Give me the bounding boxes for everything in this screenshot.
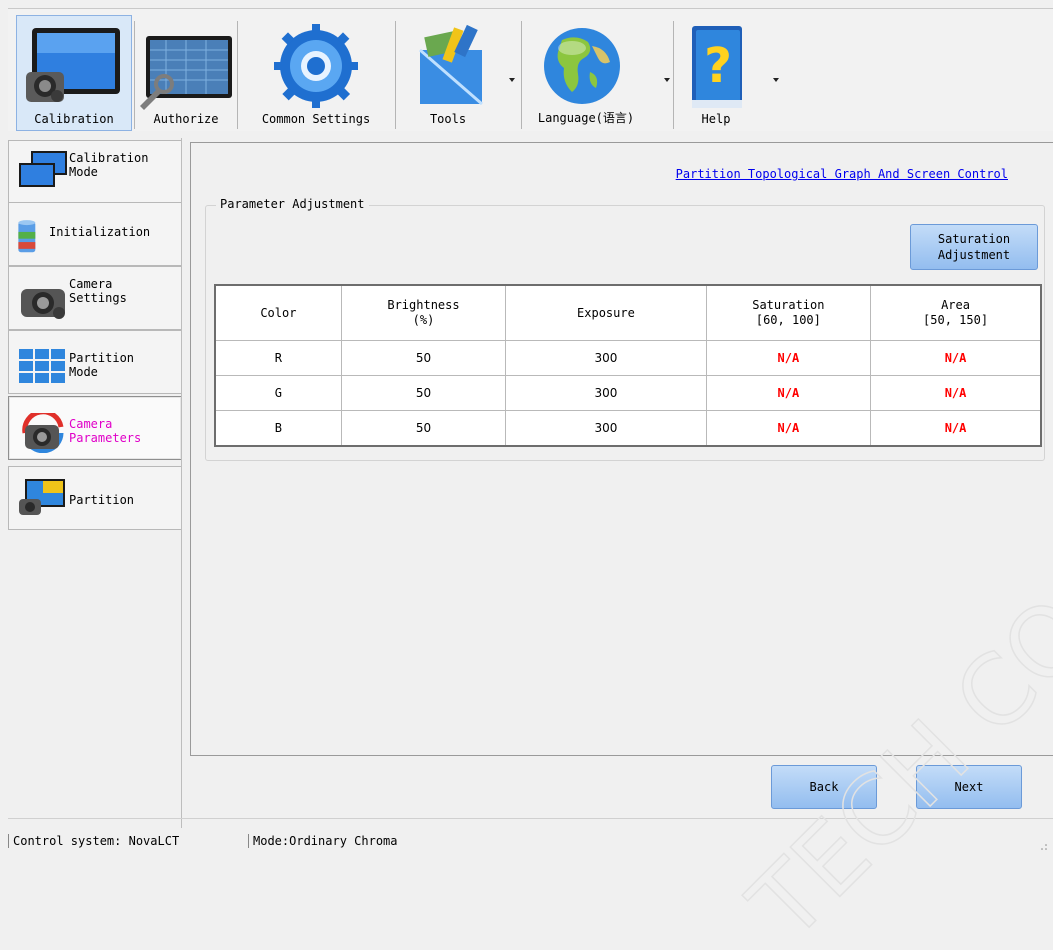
parameter-table: Color Brightness (%) Exposure Saturation… (214, 284, 1042, 447)
main-content-panel: Partition Topological Graph And Screen C… (190, 142, 1053, 756)
sidebar-item-label: Camera Settings (69, 277, 127, 305)
saturation-adjustment-button[interactable]: Saturation Adjustment (910, 224, 1038, 270)
brightness-cell[interactable]: 50 (340, 375, 507, 411)
area-cell: N/A (870, 340, 1042, 376)
toolbar-tools-button[interactable]: Tools (396, 15, 520, 131)
help-book-icon: ? (691, 26, 742, 108)
status-control-system: Control system: NovaLCT (8, 834, 179, 848)
sidebar-item-label: Initialization (49, 225, 151, 239)
next-button[interactable]: Next (916, 765, 1022, 809)
partition-grid-icon (19, 349, 65, 383)
partition-screen-icon (19, 479, 65, 515)
toolbar-common-settings-label: Common Settings (261, 112, 371, 126)
sidebar-item-camera-settings[interactable]: Camera Settings (8, 266, 181, 330)
partition-topological-graph-link[interactable]: Partition Topological Graph And Screen C… (676, 167, 1008, 181)
sidebar-item-partition-mode[interactable]: Partition Mode (8, 330, 181, 394)
toolbar-authorize-label: Authorize (153, 112, 219, 126)
camera-settings-icon (21, 289, 65, 319)
toolbar-calibration-button[interactable]: Calibration (16, 15, 132, 131)
saturation-adjustment-label: Saturation Adjustment (937, 232, 1011, 262)
sidebar-item-label: Partition Mode (69, 351, 135, 379)
table-row: B 50 300 N/A N/A (214, 410, 1042, 447)
toolbar-language-button[interactable]: Language(语言) (522, 15, 672, 131)
area-cell: N/A (870, 410, 1042, 447)
table-row: R 50 300 N/A N/A (214, 340, 1042, 376)
tools-icon (419, 24, 484, 106)
sidebar-item-initialization[interactable]: Initialization (8, 202, 181, 266)
resize-grip-icon[interactable] (1041, 844, 1047, 850)
back-button[interactable]: Back (771, 765, 877, 809)
camera-parameters-icon (22, 413, 64, 453)
status-mode: Mode:Ordinary Chroma (248, 834, 398, 848)
toolbar-language-label: Language(语言) (537, 111, 635, 125)
color-cell: R (214, 340, 342, 376)
toolbar-authorize-button[interactable]: Authorize (136, 15, 236, 131)
exposure-cell[interactable]: 300 (505, 340, 707, 376)
sidebar-item-label: Partition (69, 493, 135, 507)
help-dropdown-arrow-icon[interactable] (773, 78, 779, 82)
status-bar-divider (8, 818, 1053, 819)
calibration-camera-monitor-icon (26, 28, 120, 102)
table-row: G 50 300 N/A N/A (214, 375, 1042, 411)
main-toolbar: Calibration Authorize Common Settings To… (8, 8, 1053, 131)
toolbar-common-settings-button[interactable]: Common Settings (238, 15, 394, 131)
brightness-cell[interactable]: 50 (340, 340, 507, 376)
toolbar-help-label: Help (701, 112, 731, 126)
toolbar-tools-label: Tools (429, 112, 467, 126)
brightness-cell[interactable]: 50 (340, 410, 507, 447)
toolbar-help-button[interactable]: ? Help (674, 15, 779, 131)
saturation-cell: N/A (705, 375, 872, 411)
sidebar-item-camera-parameters[interactable]: Camera Parameters (8, 396, 181, 460)
column-header-brightness: Brightness (%) (340, 284, 507, 341)
back-button-label: Back (809, 780, 839, 794)
sidebar-divider (181, 138, 182, 828)
sidebar-item-label: Camera Parameters (69, 417, 142, 445)
color-cell: B (214, 410, 342, 447)
toolbar-separator (134, 21, 135, 129)
exposure-cell[interactable]: 300 (505, 410, 707, 447)
group-title: Parameter Adjustment (216, 197, 369, 211)
next-button-label: Next (954, 780, 984, 794)
saturation-cell: N/A (705, 410, 872, 447)
sidebar-item-partition[interactable]: Partition (8, 466, 181, 530)
toolbar-calibration-label: Calibration (34, 112, 114, 126)
area-cell: N/A (870, 375, 1042, 411)
calibration-mode-screens-icon (19, 151, 67, 187)
tools-dropdown-arrow-icon[interactable] (509, 78, 515, 82)
parameter-adjustment-group: Parameter Adjustment Saturation Adjustme… (205, 197, 1045, 461)
authorize-monitor-wrench-icon (140, 36, 232, 110)
sidebar-item-label: Calibration Mode (69, 151, 149, 179)
column-header-exposure: Exposure (505, 284, 707, 341)
gear-icon (274, 24, 358, 108)
svg-text:?: ? (704, 38, 732, 94)
color-cell: G (214, 375, 342, 411)
exposure-cell[interactable]: 300 (505, 375, 707, 411)
column-header-color: Color (214, 284, 342, 341)
column-header-area: Area [50, 150] (870, 284, 1042, 341)
table-header-row: Color Brightness (%) Exposure Saturation… (214, 284, 1042, 341)
globe-icon (544, 28, 621, 104)
column-header-saturation: Saturation [60, 100] (705, 284, 872, 341)
sidebar-item-calibration-mode[interactable]: Calibration Mode (8, 140, 181, 204)
saturation-cell: N/A (705, 340, 872, 376)
